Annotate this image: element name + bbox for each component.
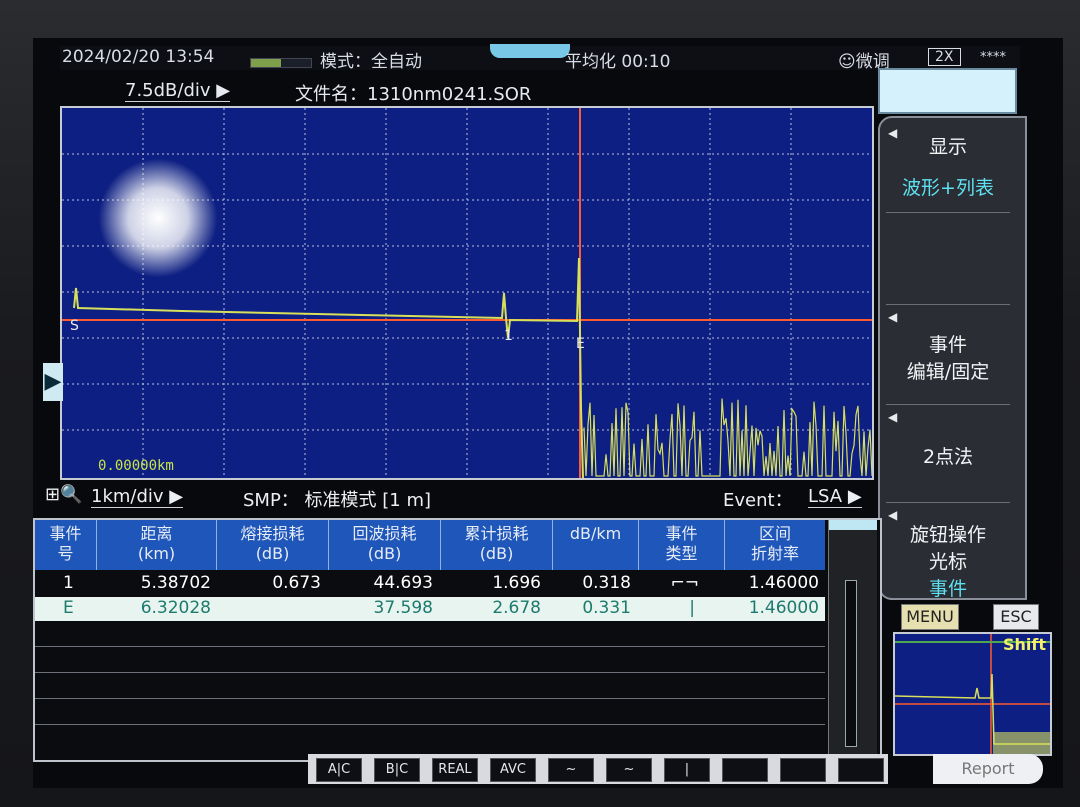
table-row[interactable]: 1 5.38702 0.673 44.693 1.696 0.318 ⌐¬ 1.…	[35, 572, 825, 596]
side-soft-keys: ◀ 显示 波形+列表 ◀ 事件 编辑/固定 ◀ 2点法 ◀ 旋钮操作 光标 事件	[878, 116, 1027, 600]
horizontal-scale-selector[interactable]: 1km/div ▶	[91, 486, 184, 508]
col-header: 距离 (km)	[97, 520, 217, 570]
toolbar-button[interactable]: A|C	[316, 758, 362, 782]
vertical-scale-selector[interactable]: 7.5dB/div ▶	[125, 80, 231, 102]
mode-label: 模式：全自动	[320, 52, 422, 72]
table-scrollbar[interactable]	[828, 520, 877, 756]
event-label: Event：	[723, 490, 793, 511]
cell-ior: 1.46000	[748, 598, 819, 618]
event-edit-label-2: 编辑/固定	[906, 361, 990, 383]
noise-floor	[583, 398, 872, 477]
marker-start: S	[70, 318, 79, 334]
scroll-left-arrow[interactable]: ▶	[43, 363, 63, 401]
event-edit-button[interactable]: ◀ 事件 编辑/固定	[886, 306, 1010, 405]
col-header: dB/km	[553, 520, 639, 570]
cell-distance: 5.38702	[140, 573, 211, 593]
mini-noise	[993, 732, 1050, 754]
zoom-icon[interactable]: ⊞🔍	[45, 484, 83, 505]
cell-ior: 1.46000	[748, 573, 819, 593]
col-header: 事件 类型	[639, 520, 725, 570]
shift-label[interactable]: Shift	[1003, 635, 1046, 654]
row-divider	[35, 698, 825, 699]
event-method-selector[interactable]: LSA ▶	[808, 486, 862, 508]
col-header: 区间 折射率	[750, 524, 799, 563]
mode-tab-indicator	[490, 44, 570, 58]
report-button[interactable]: Report	[933, 754, 1043, 784]
toolbar-button[interactable]: ~	[548, 758, 594, 782]
knob-operation-button[interactable]: ◀ 旋钮操作 光标 事件	[886, 504, 1010, 600]
triangle-icon: ◀	[888, 310, 898, 324]
bottom-toolbar: A|C B|C REAL AVC ~ ~ |	[308, 754, 888, 784]
toolbar-button[interactable]	[780, 758, 826, 782]
cell-dbkm: 0.331	[582, 598, 631, 618]
table-row[interactable]: E 6.32028 37.598 2.678 0.331 | 1.46000	[35, 597, 825, 621]
row-divider	[35, 724, 825, 725]
filename-label: 文件名：1310nm0241.SOR	[295, 84, 532, 105]
cell-no: 1	[63, 573, 74, 593]
triangle-icon: ◀	[888, 410, 898, 424]
cell-return: 37.598	[373, 598, 433, 618]
table-header: 事件 号 距离 (km) 熔接损耗 (dB) 回波损耗 (dB) 累计损耗 (d…	[35, 520, 825, 570]
cell-return: 44.693	[373, 573, 433, 593]
overview-mini-plot[interactable]: Shift	[893, 632, 1052, 756]
sampling-mode: SMP： 标准模式 [1 m]	[243, 490, 432, 511]
col-header: 熔接损耗 (dB)	[217, 520, 329, 570]
status-bar: 2024/02/20 13:54 模式：全自动 平均化 00:10 ☺微调 2X…	[60, 44, 1020, 72]
toolbar-button[interactable]: AVC	[490, 758, 536, 782]
event-edit-label-1: 事件	[928, 334, 967, 356]
cell-type: |	[689, 598, 695, 618]
toolbar-button[interactable]: B|C	[374, 758, 420, 782]
triangle-icon: ◀	[888, 508, 898, 522]
col-header: 事件 号	[35, 520, 97, 570]
cell-distance: 6.32028	[140, 598, 211, 618]
toolbar-button[interactable]	[838, 758, 884, 782]
two-point-label: 2点法	[922, 446, 974, 468]
two-point-button[interactable]: ◀ 2点法	[886, 406, 1010, 503]
row-divider	[35, 672, 825, 673]
knob-label-2: 光标	[928, 551, 967, 573]
display-button[interactable]: ◀ 显示 波形+列表	[886, 122, 1010, 213]
esc-button[interactable]: ESC	[993, 604, 1039, 630]
knob-label-3: 事件	[928, 578, 967, 600]
info-bar: 7.5dB/div ▶ 文件名：1310nm0241.SOR	[60, 78, 870, 105]
menu-button[interactable]: MENU	[901, 604, 959, 630]
noise-trace	[583, 398, 872, 477]
toolbar-button[interactable]: |	[664, 758, 710, 782]
toolbar-button[interactable]	[722, 758, 768, 782]
stars-indicator: ****	[980, 50, 1006, 65]
marker-event-1: 1	[504, 328, 513, 344]
averaging-label: 平均化 00:10	[565, 52, 671, 72]
cell-dbkm: 0.318	[582, 573, 631, 593]
datetime: 2024/02/20 13:54	[62, 47, 215, 67]
cell-splice: 0.673	[272, 573, 321, 593]
trace-line	[73, 257, 584, 478]
knob-label-1: 旋钮操作	[909, 524, 986, 546]
scrollbar-thumb[interactable]	[845, 580, 857, 747]
zoom-badge: 2X	[928, 48, 961, 66]
col-header: 累计损耗 (dB)	[441, 520, 553, 570]
cell-cumulative: 2.678	[492, 598, 541, 618]
event-table: 事件 号 距离 (km) 熔接损耗 (dB) 回波损耗 (dB) 累计损耗 (d…	[33, 518, 882, 762]
marker-end: E	[576, 336, 585, 352]
cell-type: ⌐¬	[670, 573, 700, 593]
scale-bar: ⊞🔍 1km/div ▶ SMP： 标准模式 [1 m] Event： LSA …	[43, 482, 873, 512]
empty-softkey[interactable]	[886, 214, 1010, 305]
triangle-icon: ◀	[888, 126, 898, 140]
display-label: 显示	[928, 136, 967, 158]
col-header: 回波损耗 (dB)	[329, 520, 441, 570]
side-top-box	[878, 68, 1017, 114]
origin-label: 0.00000km	[98, 458, 174, 474]
otdr-screen: 2024/02/20 13:54 模式：全自动 平均化 00:10 ☺微调 2X…	[33, 38, 1063, 788]
progress-bar	[250, 58, 312, 68]
row-divider	[35, 646, 825, 647]
glare-reflection	[98, 158, 218, 278]
toolbar-button[interactable]: REAL	[432, 758, 478, 782]
cell-no: E	[63, 598, 74, 618]
cell-cumulative: 1.696	[492, 573, 541, 593]
scrollbar-top	[829, 520, 877, 530]
display-value: 波形+列表	[902, 177, 994, 199]
toolbar-button[interactable]: ~	[606, 758, 652, 782]
progress-fill	[251, 59, 281, 67]
